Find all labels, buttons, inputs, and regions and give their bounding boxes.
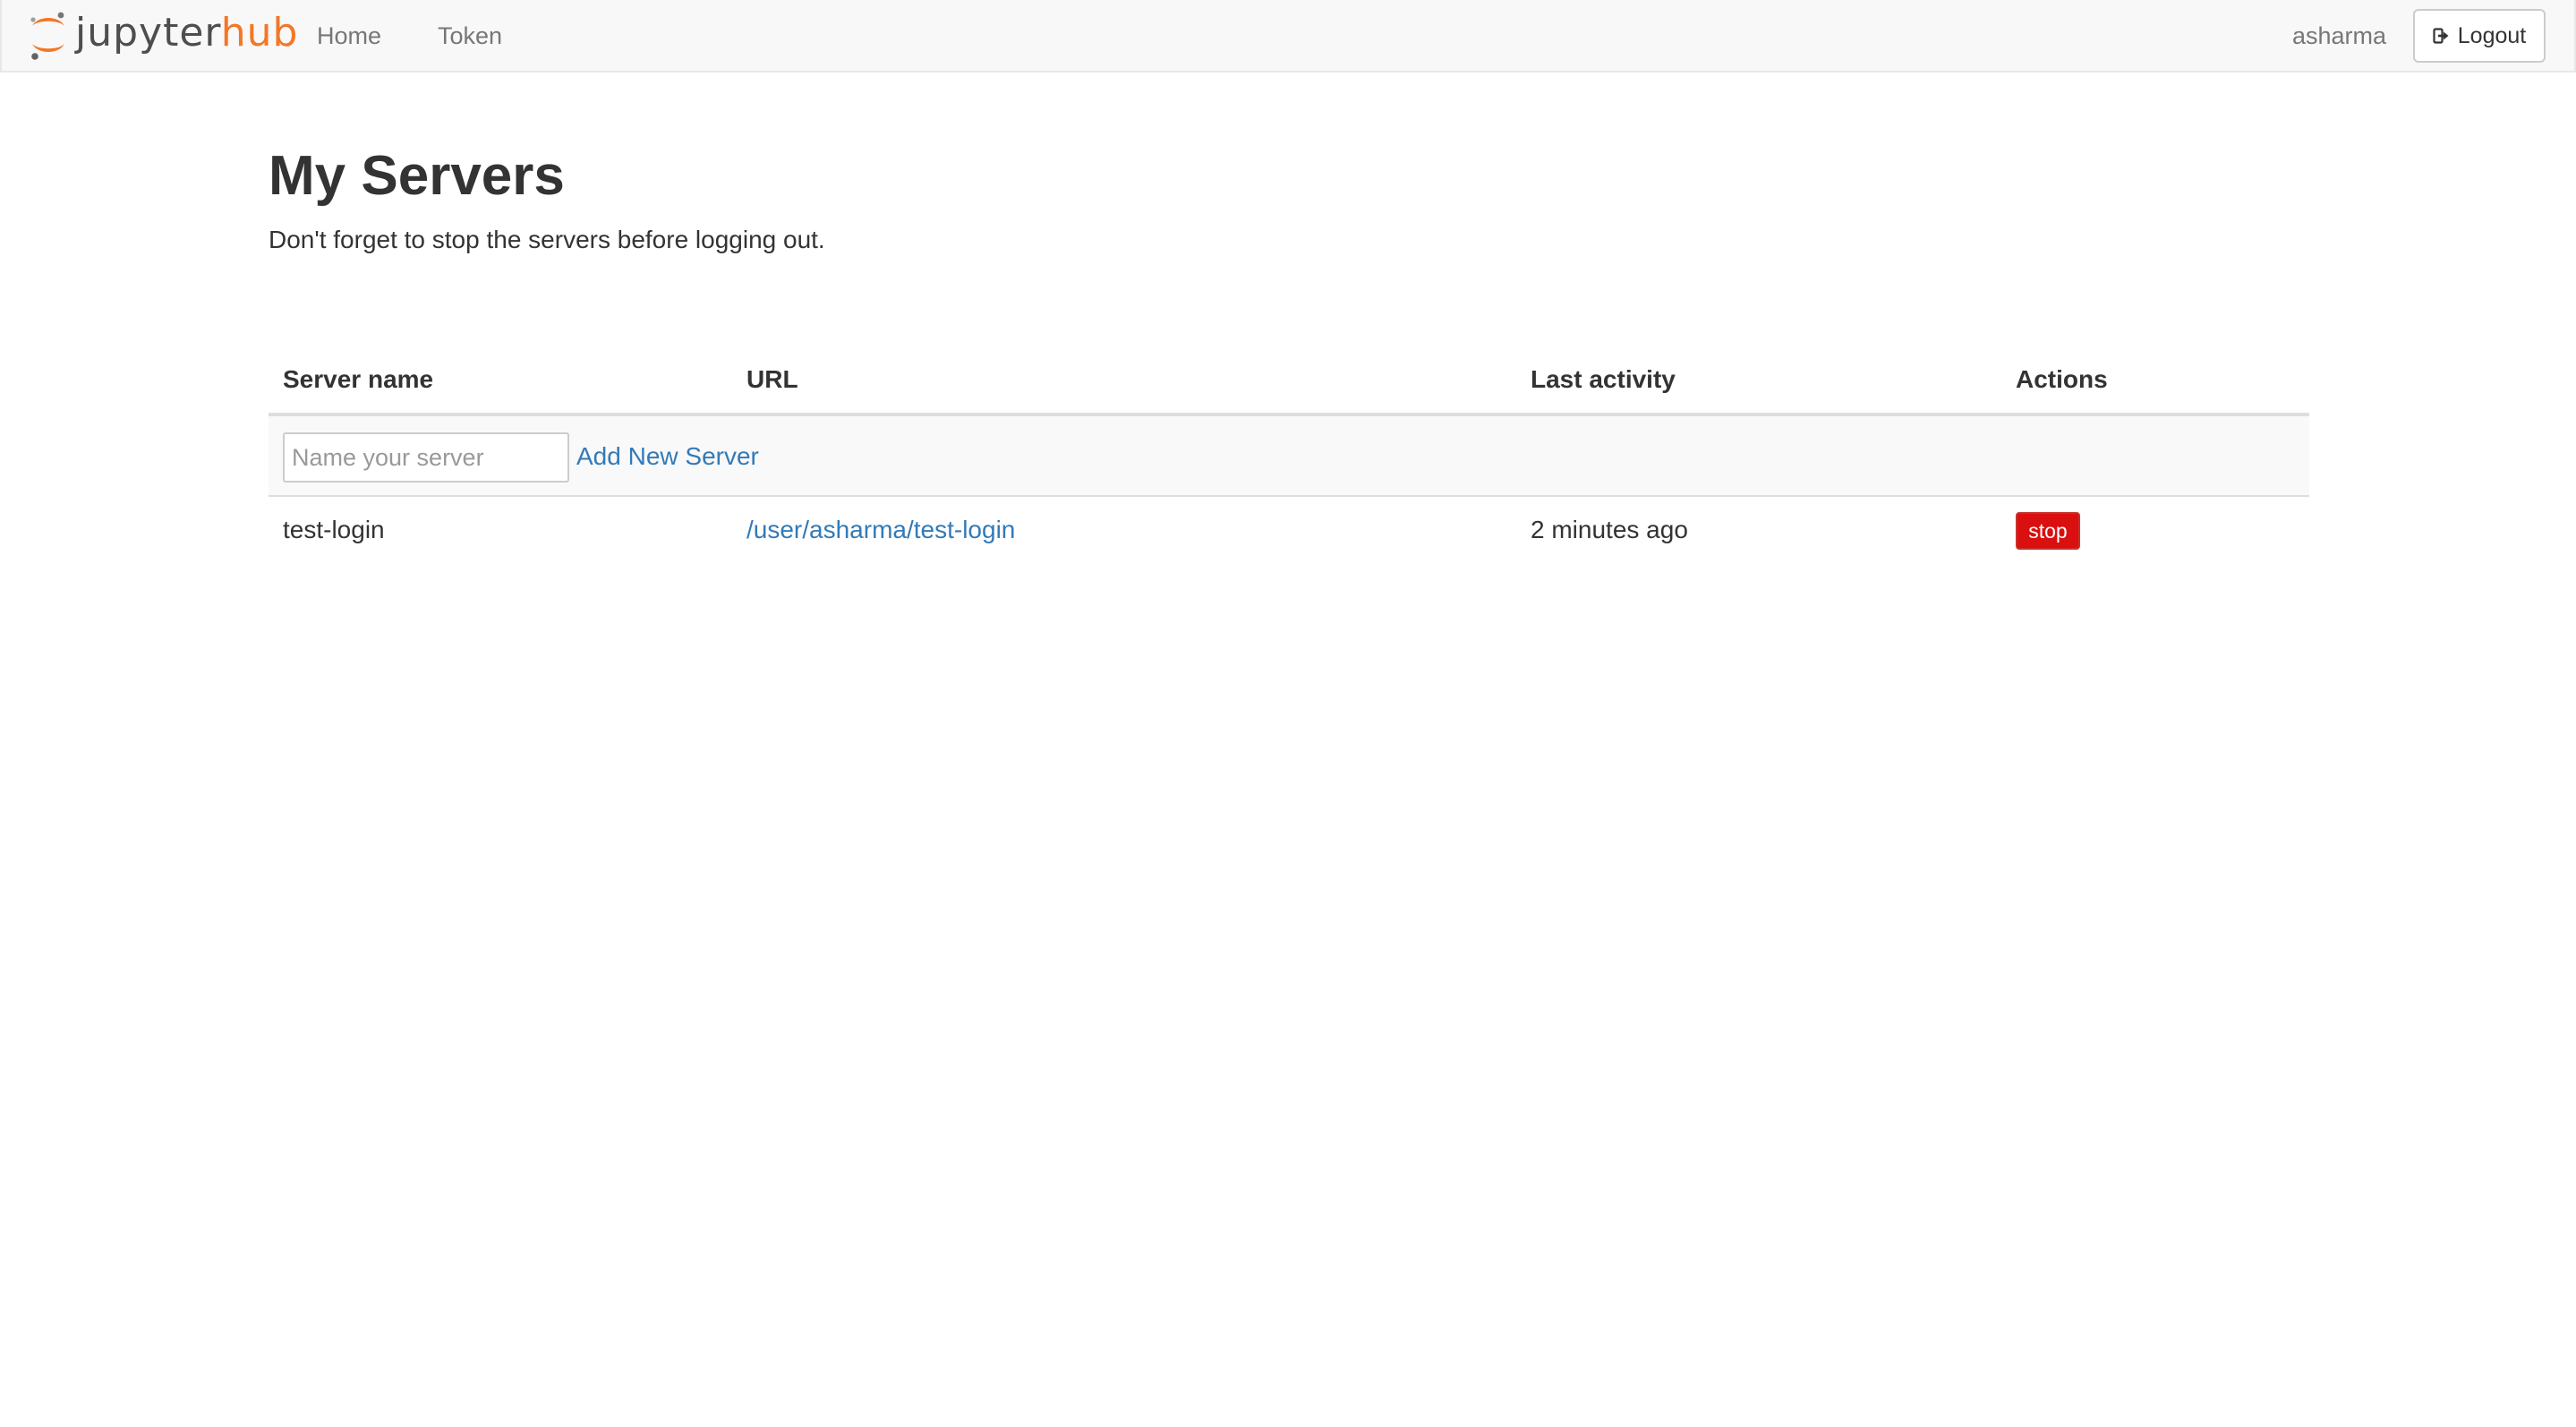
server-table: Server name URL Last activity Actions Ad…: [269, 284, 2309, 550]
nav-token-link[interactable]: Token: [438, 21, 502, 50]
brand-name-jupyter: jupyter: [75, 10, 221, 56]
server-url-link[interactable]: /user/asharma/test-login: [746, 515, 1015, 545]
navbar: jupyterhub Home Token asharma Logout: [0, 0, 2576, 73]
jupyter-logo-icon: [30, 12, 64, 60]
table-header: Server name URL Last activity Actions: [269, 284, 2309, 416]
server-name-input[interactable]: [283, 432, 569, 483]
jupyterhub-logo[interactable]: jupyterhub: [27, 7, 298, 64]
stop-server-button[interactable]: stop: [2016, 512, 2080, 550]
page-title: My Servers: [269, 145, 565, 207]
logout-button[interactable]: Logout: [2413, 9, 2546, 63]
brand-name: jupyterhub: [75, 13, 298, 53]
brand-name-hub: hub: [220, 10, 299, 56]
last-activity-cell: 2 minutes ago: [1531, 516, 1688, 543]
page-note: Don't forget to stop the servers before …: [269, 226, 825, 253]
add-server-row: Add New Server: [269, 416, 2309, 497]
header-url: URL: [746, 365, 798, 393]
logout-label: Logout: [2457, 22, 2527, 48]
sign-out-icon: [2433, 28, 2449, 44]
header-server-name: Server name: [283, 365, 434, 393]
server-name-cell: test-login: [283, 516, 385, 543]
add-new-server-link[interactable]: Add New Server: [576, 441, 759, 472]
nav-home-link[interactable]: Home: [317, 21, 381, 50]
table-row: test-login /user/asharma/test-login 2 mi…: [269, 497, 2309, 567]
header-actions: Actions: [2016, 365, 2108, 393]
header-last-activity: Last activity: [1531, 365, 1676, 393]
username-label: asharma: [2291, 22, 2386, 49]
